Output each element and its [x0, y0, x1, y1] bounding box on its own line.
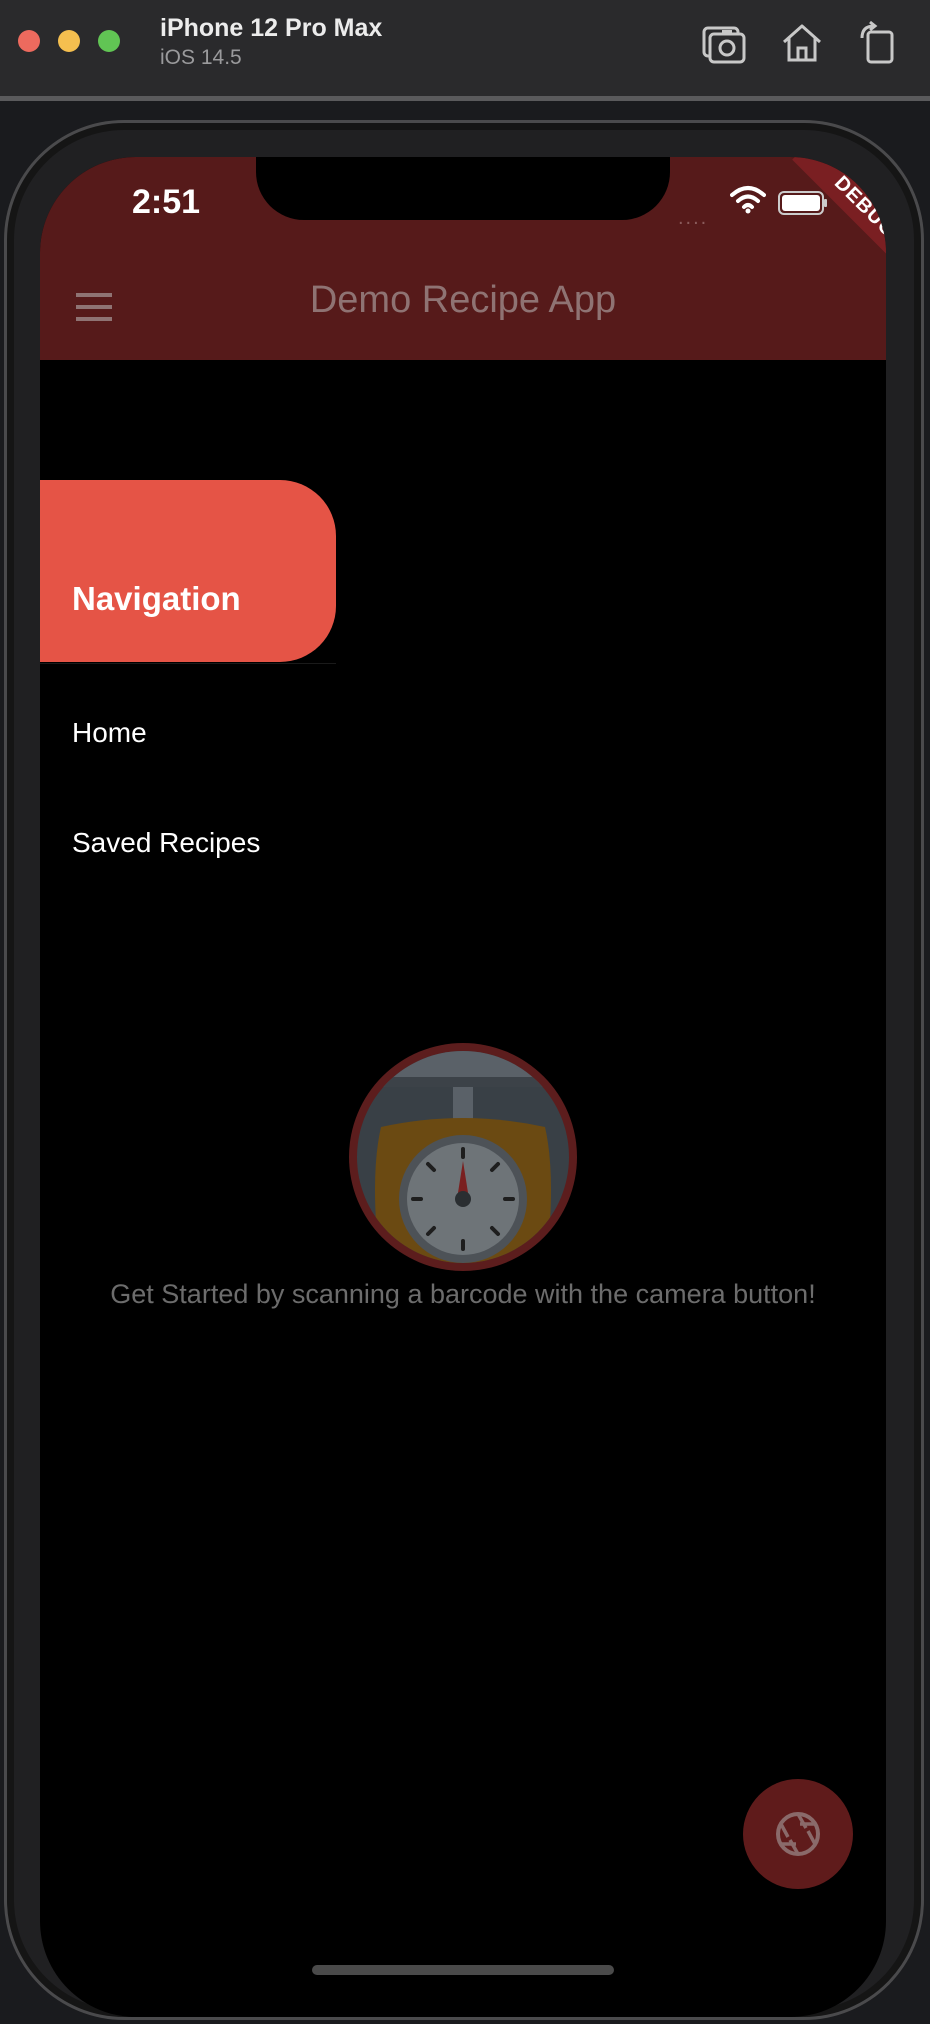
status-time: 2:51: [132, 183, 201, 221]
drawer-header: Navigation: [40, 480, 336, 662]
camera-aperture-icon: [776, 1812, 820, 1856]
signal-dots: ....: [678, 207, 709, 229]
close-window-button[interactable]: [18, 30, 40, 52]
minimize-window-button[interactable]: [58, 30, 80, 52]
drawer-divider: [40, 663, 336, 664]
empty-state-message: Get Started by scanning a barcode with t…: [110, 1279, 816, 1309]
wifi-icon: [730, 186, 766, 214]
notch: [256, 157, 670, 220]
os-version: iOS 14.5: [160, 46, 242, 69]
debug-banner: DEBUG: [792, 157, 886, 280]
app-title: Demo Recipe App: [309, 279, 617, 321]
zoom-window-button[interactable]: [98, 30, 120, 52]
home-button[interactable]: [778, 20, 826, 66]
home-indicator[interactable]: [312, 1965, 614, 1975]
screenshot-icon: [702, 26, 746, 64]
kitchen-scale-icon: [345, 1039, 581, 1275]
drawer-title: Navigation: [72, 580, 241, 617]
battery-icon: [778, 191, 827, 215]
app-bar: 2:51 .... DEBUG Demo Recipe App: [40, 157, 886, 360]
home-icon: [783, 24, 821, 62]
rotate-icon: [860, 20, 894, 64]
phone-screen: 2:51 .... DEBUG Demo Recipe App Get Star…: [40, 157, 886, 2017]
screenshot-button[interactable]: [700, 20, 748, 66]
device-name: iPhone 12 Pro Max: [160, 14, 383, 42]
drawer-item-saved-recipes[interactable]: Saved Recipes: [72, 827, 260, 859]
rotate-button[interactable]: [854, 20, 902, 66]
drawer-item-home[interactable]: Home: [72, 717, 147, 749]
camera-fab-button[interactable]: [743, 1779, 853, 1889]
simulator-title-bar: iPhone 12 Pro Max iOS 14.5: [0, 0, 930, 98]
